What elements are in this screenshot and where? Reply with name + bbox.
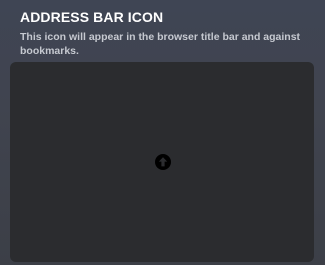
upload-arrow-icon[interactable] bbox=[155, 154, 171, 170]
address-bar-icon-panel: ADDRESS BAR ICON This icon will appear i… bbox=[0, 0, 325, 265]
panel-description: This icon will appear in the browser tit… bbox=[20, 31, 301, 57]
icon-upload-dropzone[interactable] bbox=[10, 62, 314, 262]
panel-title: ADDRESS BAR ICON bbox=[20, 9, 164, 25]
